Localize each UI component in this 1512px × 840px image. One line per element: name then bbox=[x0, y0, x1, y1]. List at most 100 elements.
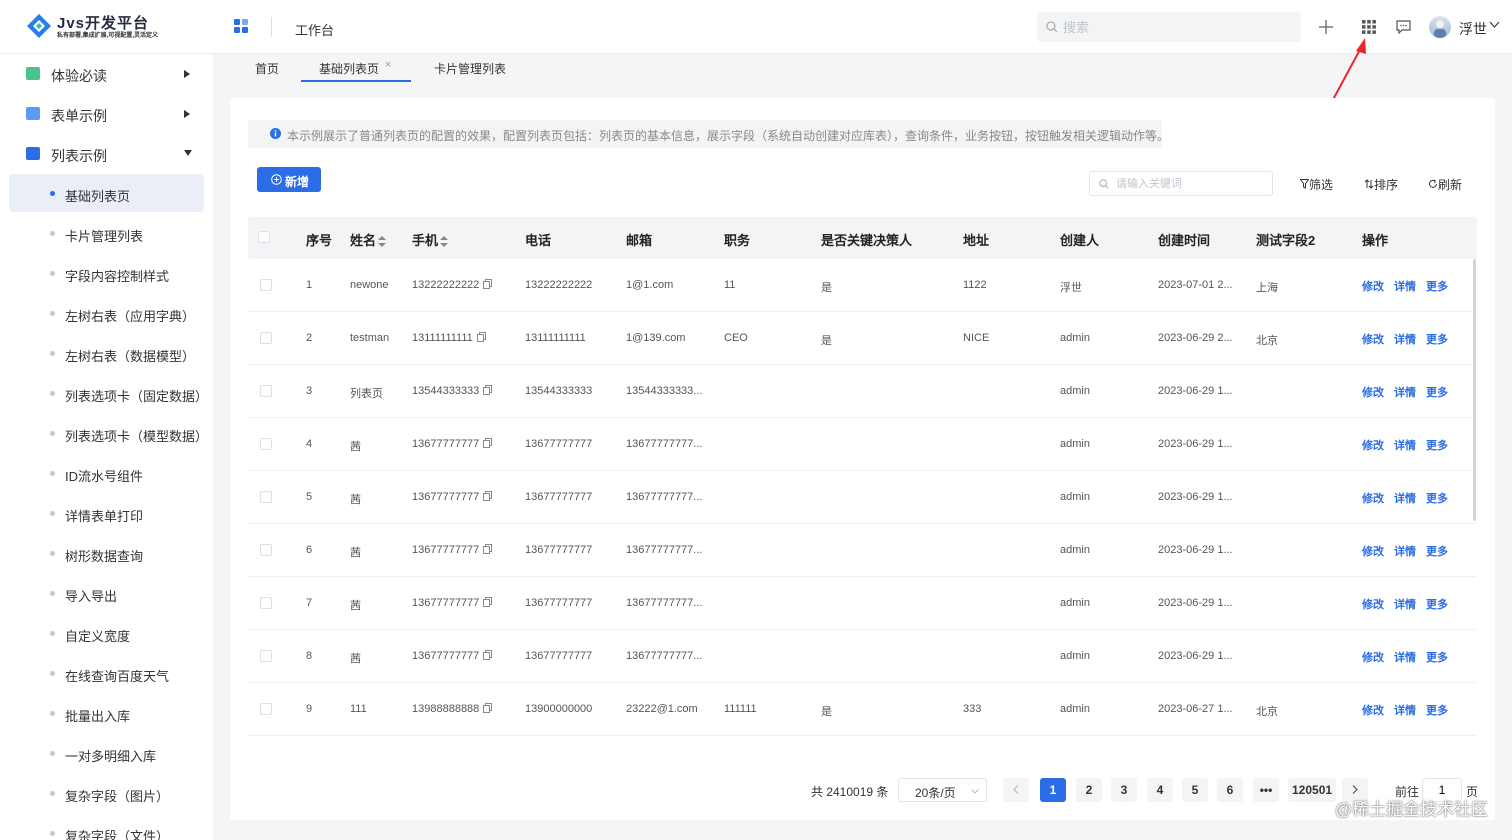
keyword-search[interactable] bbox=[1089, 171, 1273, 196]
col-header-name[interactable]: 姓名 bbox=[350, 230, 387, 249]
edit-link[interactable]: 修改 bbox=[1362, 331, 1384, 347]
detail-link[interactable]: 详情 bbox=[1394, 702, 1416, 718]
more-link[interactable]: 更多 bbox=[1426, 649, 1448, 665]
copy-icon[interactable] bbox=[483, 544, 493, 554]
table-row[interactable]: 4 茜 13677777777 13677777777 13677777777... ad… bbox=[248, 418, 1477, 471]
workbench-title[interactable]: 工作台 bbox=[295, 20, 334, 39]
avatar[interactable] bbox=[1429, 16, 1451, 38]
global-search[interactable] bbox=[1037, 12, 1301, 42]
page-4-button[interactable]: 4 bbox=[1147, 778, 1173, 802]
tab-basic-list[interactable]: 基础列表页 × bbox=[301, 54, 411, 82]
sidebar-item-print[interactable]: 详情表单打印 bbox=[9, 494, 204, 532]
sidebar-item-tree-query[interactable]: 树形数据查询 bbox=[9, 534, 204, 572]
more-link[interactable]: 更多 bbox=[1426, 437, 1448, 453]
table-row[interactable]: 7 茜 13677777777 13677777777 13677777777... ad… bbox=[248, 577, 1477, 630]
table-row[interactable]: 3 列表页 13544333333 13544333333 13544333333...… bbox=[248, 365, 1477, 418]
edit-link[interactable]: 修改 bbox=[1362, 278, 1384, 294]
row-checkbox[interactable] bbox=[260, 279, 272, 291]
edit-link[interactable]: 修改 bbox=[1362, 384, 1384, 400]
sidebar-item-tabs-model[interactable]: 列表选项卡（模型数据） bbox=[9, 414, 208, 452]
sidebar-item-tabs-fixed[interactable]: 列表选项卡（固定数据） bbox=[9, 374, 208, 412]
sidebar-item-field-style[interactable]: 字段内容控制样式 bbox=[9, 254, 204, 292]
table-row[interactable]: 1 newone 13222222222 13222222222 1@1.com 11 是 1… bbox=[248, 259, 1477, 312]
edit-link[interactable]: 修改 bbox=[1362, 490, 1384, 506]
more-pages-button[interactable]: ••• bbox=[1253, 778, 1279, 802]
page-6-button[interactable]: 6 bbox=[1217, 778, 1243, 802]
user-name[interactable]: 浮世 bbox=[1459, 19, 1487, 39]
row-checkbox[interactable] bbox=[260, 332, 272, 344]
sidebar-item-tree-dict[interactable]: 左树右表（应用字典） bbox=[9, 294, 204, 332]
sidebar-group-experience[interactable]: 体验必读 bbox=[0, 54, 213, 94]
filter-button[interactable]: 筛选 bbox=[1299, 176, 1333, 193]
page-size-select[interactable]: 20条/页 bbox=[898, 778, 987, 802]
more-link[interactable]: 更多 bbox=[1426, 490, 1448, 506]
apps-grid-icon[interactable] bbox=[234, 19, 249, 37]
copy-icon[interactable] bbox=[483, 279, 493, 289]
prev-page-button[interactable] bbox=[1003, 778, 1029, 802]
row-checkbox[interactable] bbox=[260, 597, 272, 609]
table-row[interactable]: 2 testman 13111111111 13111111111 1@139.com C… bbox=[248, 312, 1477, 365]
detail-link[interactable]: 详情 bbox=[1394, 437, 1416, 453]
sidebar-item-complex-image[interactable]: 复杂字段（图片） bbox=[9, 774, 204, 812]
detail-link[interactable]: 详情 bbox=[1394, 543, 1416, 559]
page-2-button[interactable]: 2 bbox=[1076, 778, 1102, 802]
row-checkbox[interactable] bbox=[260, 650, 272, 662]
edit-link[interactable]: 修改 bbox=[1362, 702, 1384, 718]
copy-icon[interactable] bbox=[483, 703, 493, 713]
page-1-button[interactable]: 1 bbox=[1040, 778, 1066, 802]
sidebar-group-form[interactable]: 表单示例 bbox=[0, 94, 213, 134]
page-3-button[interactable]: 3 bbox=[1111, 778, 1137, 802]
table-scrollbar[interactable] bbox=[1473, 259, 1476, 521]
copy-icon[interactable] bbox=[483, 597, 493, 607]
detail-link[interactable]: 详情 bbox=[1394, 331, 1416, 347]
edit-link[interactable]: 修改 bbox=[1362, 596, 1384, 612]
table-row[interactable]: 9 111 13988888888 13900000000 23222@1.com 111… bbox=[248, 683, 1477, 736]
sidebar-item-card-list[interactable]: 卡片管理列表 bbox=[9, 214, 204, 252]
sidebar-item-detail-stock[interactable]: 一对多明细入库 bbox=[9, 734, 204, 772]
sidebar-item-batch-stock[interactable]: 批量出入库 bbox=[9, 694, 204, 732]
more-link[interactable]: 更多 bbox=[1426, 596, 1448, 612]
tab-home[interactable]: 首页 bbox=[247, 54, 297, 82]
row-checkbox[interactable] bbox=[260, 438, 272, 450]
table-row[interactable]: 8 茜 13677777777 13677777777 13677777777... ad… bbox=[248, 630, 1477, 683]
col-header-mobile[interactable]: 手机 bbox=[412, 230, 449, 249]
copy-icon[interactable] bbox=[483, 491, 493, 501]
search-input[interactable] bbox=[1063, 12, 1293, 42]
more-link[interactable]: 更多 bbox=[1426, 702, 1448, 718]
keyword-input[interactable] bbox=[1116, 173, 1266, 194]
last-page-button[interactable]: 120501 bbox=[1288, 778, 1337, 802]
detail-link[interactable]: 详情 bbox=[1394, 278, 1416, 294]
refresh-button[interactable]: 刷新 bbox=[1428, 176, 1462, 193]
detail-link[interactable]: 详情 bbox=[1394, 490, 1416, 506]
sidebar-item-tree-model[interactable]: 左树右表（数据模型） bbox=[9, 334, 204, 372]
more-link[interactable]: 更多 bbox=[1426, 543, 1448, 559]
detail-link[interactable]: 详情 bbox=[1394, 649, 1416, 665]
close-icon[interactable]: × bbox=[385, 59, 391, 71]
table-row[interactable]: 6 茜 13677777777 13677777777 13677777777... ad… bbox=[248, 524, 1477, 577]
more-link[interactable]: 更多 bbox=[1426, 331, 1448, 347]
more-link[interactable]: 更多 bbox=[1426, 278, 1448, 294]
copy-icon[interactable] bbox=[483, 385, 493, 395]
detail-link[interactable]: 详情 bbox=[1394, 384, 1416, 400]
more-link[interactable]: 更多 bbox=[1426, 384, 1448, 400]
row-checkbox[interactable] bbox=[260, 544, 272, 556]
sidebar-item-custom-width[interactable]: 自定义宽度 bbox=[9, 614, 204, 652]
edit-link[interactable]: 修改 bbox=[1362, 437, 1384, 453]
edit-link[interactable]: 修改 bbox=[1362, 649, 1384, 665]
detail-link[interactable]: 详情 bbox=[1394, 596, 1416, 612]
message-button[interactable] bbox=[1390, 14, 1416, 40]
tab-card-list[interactable]: 卡片管理列表 bbox=[425, 54, 515, 82]
sidebar-item-import-export[interactable]: 导入导出 bbox=[9, 574, 204, 612]
row-checkbox[interactable] bbox=[260, 491, 272, 503]
row-checkbox[interactable] bbox=[260, 385, 272, 397]
edit-link[interactable]: 修改 bbox=[1362, 543, 1384, 559]
sidebar-group-list[interactable]: 列表示例 bbox=[0, 134, 213, 174]
sort-button[interactable]: 排序 bbox=[1364, 176, 1398, 193]
table-row[interactable]: 5 茜 13677777777 13677777777 13677777777... ad… bbox=[248, 471, 1477, 524]
sidebar-item-weather[interactable]: 在线查询百度天气 bbox=[9, 654, 204, 692]
copy-icon[interactable] bbox=[483, 650, 493, 660]
add-record-button[interactable]: 新增 bbox=[257, 167, 321, 192]
sidebar-item-basic-list[interactable]: 基础列表页 bbox=[9, 174, 204, 212]
chevron-down-icon[interactable] bbox=[1489, 21, 1500, 29]
page-5-button[interactable]: 5 bbox=[1182, 778, 1208, 802]
